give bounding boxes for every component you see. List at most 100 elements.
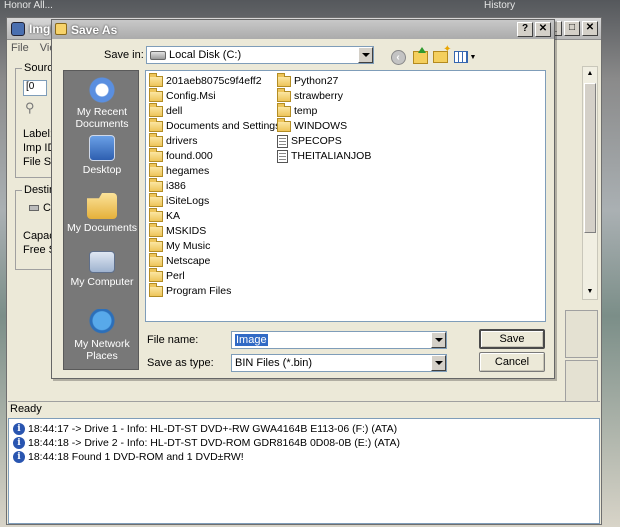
folder-item[interactable]: 201aeb8075c9f4eff2: [149, 72, 262, 88]
folder-item[interactable]: hegames: [149, 162, 210, 178]
chevron-down-icon[interactable]: [358, 47, 373, 63]
folder-item[interactable]: Perl: [149, 267, 185, 283]
folder-icon: [149, 117, 163, 132]
drive-icon: [29, 205, 39, 211]
folder-item[interactable]: KA: [149, 207, 180, 223]
status-bar: Ready: [8, 401, 600, 416]
place-my-documents[interactable]: My Documents: [64, 193, 140, 234]
views-button[interactable]: ▼: [452, 47, 478, 67]
folder-item[interactable]: WINDOWS: [277, 117, 348, 133]
folder-name: WINDOWS: [294, 120, 348, 132]
up-folder-icon: [412, 46, 428, 64]
log-text: 18:44:18 -> Drive 2 - Info: HL-DT-ST DVD…: [28, 437, 400, 449]
search-icon[interactable]: ⚲: [25, 100, 35, 116]
folder-item[interactable]: temp: [277, 102, 318, 118]
folder-icon: [149, 102, 163, 117]
log-text: 18:44:17 -> Drive 1 - Info: HL-DT-ST DVD…: [28, 423, 398, 435]
my-computer-icon: [89, 251, 115, 273]
app-side-panel: [565, 310, 598, 358]
maximize-button[interactable]: □: [564, 21, 580, 36]
folder-item[interactable]: drivers: [149, 132, 198, 148]
folder-icon: [149, 147, 163, 162]
chevron-down-icon[interactable]: [431, 332, 446, 348]
file-item[interactable]: THEITALIANJOB: [277, 149, 371, 163]
folder-item[interactable]: Documents and Settings: [149, 117, 280, 133]
place-my-recent-documents[interactable]: My Recent Documents: [64, 77, 140, 130]
place-label: My Computer: [70, 276, 134, 288]
dialog-icon: [55, 23, 67, 35]
app-icon: [11, 22, 25, 36]
log-text: 18:44:18 Found 1 DVD-ROM and 1 DVD±RW!: [28, 451, 244, 463]
folder-item[interactable]: Python27: [277, 72, 338, 88]
places-bar: My Recent Documents Desktop My Documents…: [63, 70, 139, 370]
folder-item[interactable]: MSKIDS: [149, 222, 206, 238]
folder-icon: [149, 222, 163, 237]
dialog-close-button[interactable]: ✕: [535, 22, 551, 37]
folder-item[interactable]: My Music: [149, 237, 210, 253]
folder-name: Program Files: [166, 285, 232, 297]
menu-file[interactable]: File: [11, 42, 29, 54]
folder-name: 201aeb8075c9f4eff2: [166, 75, 262, 87]
folder-name: Config.Msi: [166, 90, 216, 102]
folder-item[interactable]: i386: [149, 177, 186, 193]
my-documents-icon: [87, 193, 117, 219]
up-folder-button[interactable]: [410, 46, 430, 67]
scroll-up-icon[interactable]: ▲: [584, 67, 596, 81]
help-button[interactable]: ?: [517, 22, 533, 37]
folder-name: drivers: [166, 135, 198, 147]
folder-name: temp: [294, 105, 318, 117]
log-line: i 18:44:17 -> Drive 1 - Info: HL-DT-ST D…: [13, 422, 397, 436]
folder-icon: [277, 72, 291, 87]
folder-item[interactable]: Netscape: [149, 252, 210, 268]
app-scrollbar[interactable]: ▲ ▼: [582, 66, 598, 300]
back-icon: ‹: [390, 49, 406, 65]
folder-icon: [149, 177, 163, 192]
save-in-value: Local Disk (C:): [169, 49, 242, 61]
info-icon: i: [13, 437, 25, 449]
place-label: Desktop: [82, 164, 122, 176]
chevron-down-icon[interactable]: [431, 355, 446, 371]
dialog-title-bar: Save As ? ✕: [52, 20, 554, 39]
dest-drive[interactable]: C: [29, 202, 51, 214]
new-folder-button[interactable]: [430, 44, 452, 67]
info-icon: i: [13, 423, 25, 435]
place-label: My Recent Documents: [75, 106, 129, 130]
folder-item[interactable]: strawberry: [277, 87, 343, 103]
folder-item[interactable]: Config.Msi: [149, 87, 216, 103]
scroll-thumb[interactable]: [584, 83, 596, 233]
folder-icon: [149, 252, 163, 267]
app-side-panel-2: [565, 360, 598, 406]
folder-name: found.000: [166, 150, 213, 162]
folder-item[interactable]: dell: [149, 102, 183, 118]
folder-item[interactable]: found.000: [149, 147, 213, 163]
desktop-text-left: Honor All...: [4, 0, 53, 11]
folder-item[interactable]: Program Files: [149, 282, 232, 298]
folder-icon: [149, 267, 163, 282]
source-drive-field[interactable]: [0: [23, 80, 47, 96]
folder-icon: [149, 132, 163, 147]
close-button[interactable]: ✕: [582, 21, 598, 36]
save-button[interactable]: Save: [479, 329, 545, 349]
place-desktop[interactable]: Desktop: [64, 135, 140, 176]
save-as-type-dropdown[interactable]: BIN Files (*.bin): [231, 354, 447, 372]
folder-icon: [149, 72, 163, 87]
file-item[interactable]: SPECOPS: [277, 134, 342, 148]
file-name-input[interactable]: Image: [231, 331, 447, 349]
cancel-button[interactable]: Cancel: [479, 352, 545, 372]
back-button[interactable]: ‹: [388, 47, 408, 67]
place-my-computer[interactable]: My Computer: [64, 251, 140, 288]
save-in-dropdown[interactable]: Local Disk (C:): [146, 46, 374, 64]
log-line: i 18:44:18 Found 1 DVD-ROM and 1 DVD±RW!: [13, 450, 244, 464]
save-as-dialog: Save As ? ✕ Save in: Local Disk (C:) ‹ ▼…: [51, 19, 555, 379]
file-icon: [277, 134, 288, 148]
scroll-down-icon[interactable]: ▼: [584, 285, 596, 299]
folder-name: Perl: [166, 270, 185, 282]
folder-name: hegames: [166, 165, 210, 177]
place-my-network-places[interactable]: My Network Places: [64, 309, 140, 362]
views-icon: [453, 51, 468, 63]
save-as-type-label: Save as type:: [147, 357, 214, 369]
log-line: i 18:44:18 -> Drive 2 - Info: HL-DT-ST D…: [13, 436, 400, 450]
folder-name: dell: [166, 105, 183, 117]
folder-name: iSiteLogs: [166, 195, 210, 207]
folder-item[interactable]: iSiteLogs: [149, 192, 210, 208]
